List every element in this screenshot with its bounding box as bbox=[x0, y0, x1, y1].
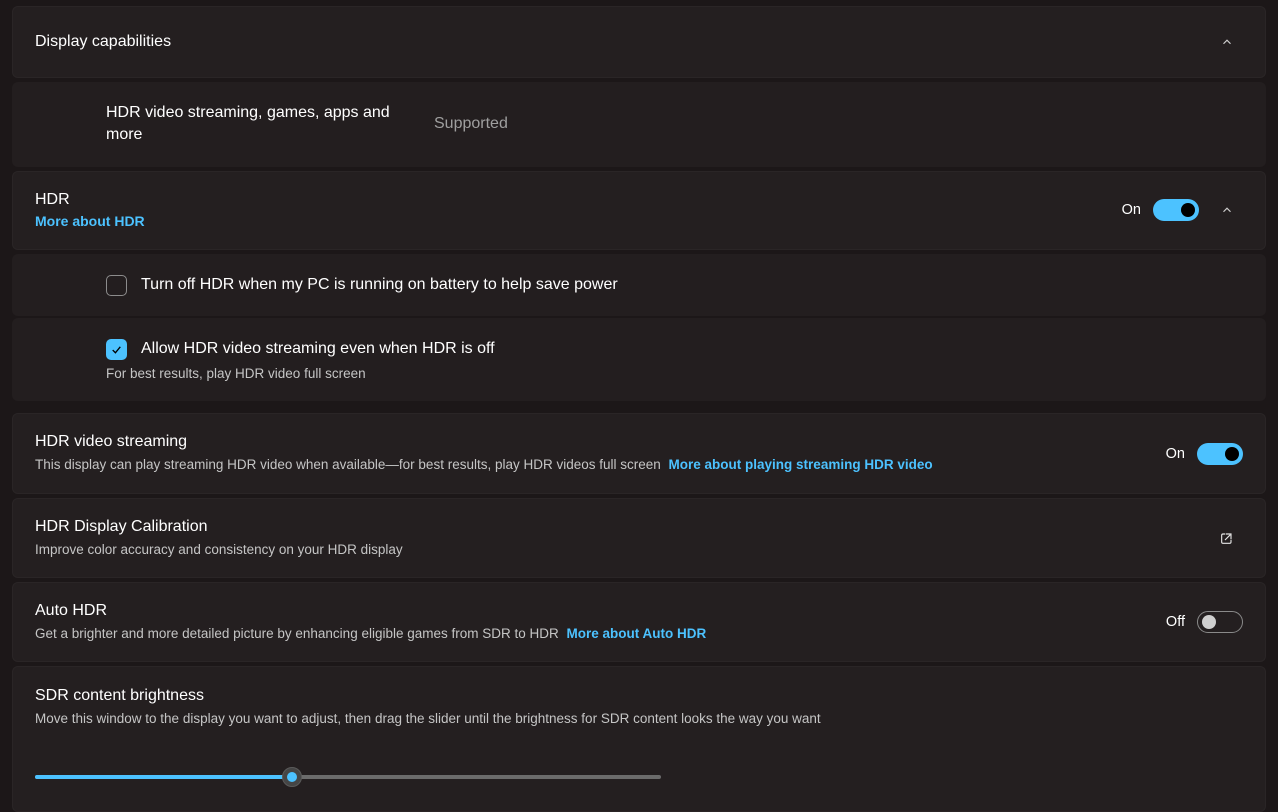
capability-label: HDR video streaming, games, apps and mor… bbox=[106, 102, 406, 147]
hdr-card: HDR More about HDR On bbox=[12, 171, 1266, 250]
calibration-title: HDR Display Calibration bbox=[35, 517, 1211, 538]
battery-checkbox[interactable] bbox=[106, 275, 127, 296]
slider-thumb[interactable] bbox=[282, 767, 302, 787]
display-capabilities-card: Display capabilities bbox=[12, 6, 1266, 78]
capability-row: HDR video streaming, games, apps and mor… bbox=[12, 82, 1266, 167]
sdr-brightness-subtitle: Move this window to the display you want… bbox=[35, 709, 1243, 729]
calibration-subtitle: Improve color accuracy and consistency o… bbox=[35, 540, 1211, 560]
battery-checkbox-label: Turn off HDR when my PC is running on ba… bbox=[141, 274, 618, 296]
more-about-streaming-link[interactable]: More about playing streaming HDR video bbox=[669, 457, 933, 472]
auto-hdr-header: Auto HDR Get a brighter and more detaile… bbox=[13, 583, 1265, 661]
auto-hdr-switch[interactable] bbox=[1197, 611, 1243, 633]
hdr-video-streaming-card: HDR video streaming This display can pla… bbox=[12, 413, 1266, 493]
more-about-auto-hdr-link[interactable]: More about Auto HDR bbox=[567, 626, 707, 641]
hdr-video-toggle: On bbox=[1166, 443, 1243, 465]
hdr-video-switch[interactable] bbox=[1197, 443, 1243, 465]
battery-checkbox-row: Turn off HDR when my PC is running on ba… bbox=[12, 254, 1266, 316]
calibration-header: HDR Display Calibration Improve color ac… bbox=[13, 499, 1265, 577]
hdr-video-streaming-title: HDR video streaming bbox=[35, 432, 1166, 453]
slider-fill bbox=[35, 775, 292, 779]
hdr-video-streaming-header: HDR video streaming This display can pla… bbox=[13, 414, 1265, 492]
streaming-checkbox[interactable] bbox=[106, 339, 127, 360]
auto-hdr-subtitle: Get a brighter and more detailed picture… bbox=[35, 624, 1166, 644]
capability-value: Supported bbox=[434, 115, 508, 133]
auto-hdr-card: Auto HDR Get a brighter and more detaile… bbox=[12, 582, 1266, 662]
sdr-brightness-slider[interactable] bbox=[35, 767, 661, 787]
auto-hdr-toggle-label: Off bbox=[1166, 614, 1185, 630]
auto-hdr-title: Auto HDR bbox=[35, 601, 1166, 622]
streaming-checkbox-hint: For best results, play HDR video full sc… bbox=[106, 366, 1246, 381]
hdr-header[interactable]: HDR More about HDR On bbox=[13, 172, 1265, 249]
auto-hdr-toggle: Off bbox=[1166, 611, 1243, 633]
more-about-hdr-link[interactable]: More about HDR bbox=[35, 213, 145, 229]
streaming-checkbox-row: Allow HDR video streaming even when HDR … bbox=[12, 318, 1266, 401]
sdr-brightness-header: SDR content brightness Move this window … bbox=[13, 667, 1265, 737]
chevron-up-icon[interactable] bbox=[1211, 194, 1243, 226]
sdr-brightness-card: SDR content brightness Move this window … bbox=[12, 666, 1266, 812]
external-link-icon[interactable] bbox=[1211, 522, 1243, 554]
hdr-video-streaming-subtitle: This display can play streaming HDR vide… bbox=[35, 455, 1166, 475]
hdr-video-toggle-label: On bbox=[1166, 446, 1185, 462]
hdr-toggle-label: On bbox=[1122, 202, 1141, 218]
sdr-slider-wrap bbox=[13, 767, 1265, 811]
sdr-brightness-title: SDR content brightness bbox=[35, 686, 1243, 707]
display-capabilities-title: Display capabilities bbox=[35, 32, 1199, 53]
display-capabilities-header[interactable]: Display capabilities bbox=[13, 7, 1265, 77]
hdr-switch[interactable] bbox=[1153, 199, 1199, 221]
calibration-card[interactable]: HDR Display Calibration Improve color ac… bbox=[12, 498, 1266, 578]
hdr-title: HDR bbox=[35, 190, 1122, 211]
chevron-up-icon[interactable] bbox=[1211, 26, 1243, 58]
hdr-toggle: On bbox=[1122, 199, 1199, 221]
hdr-sub-list: Turn off HDR when my PC is running on ba… bbox=[12, 254, 1266, 402]
streaming-checkbox-label: Allow HDR video streaming even when HDR … bbox=[141, 338, 495, 360]
